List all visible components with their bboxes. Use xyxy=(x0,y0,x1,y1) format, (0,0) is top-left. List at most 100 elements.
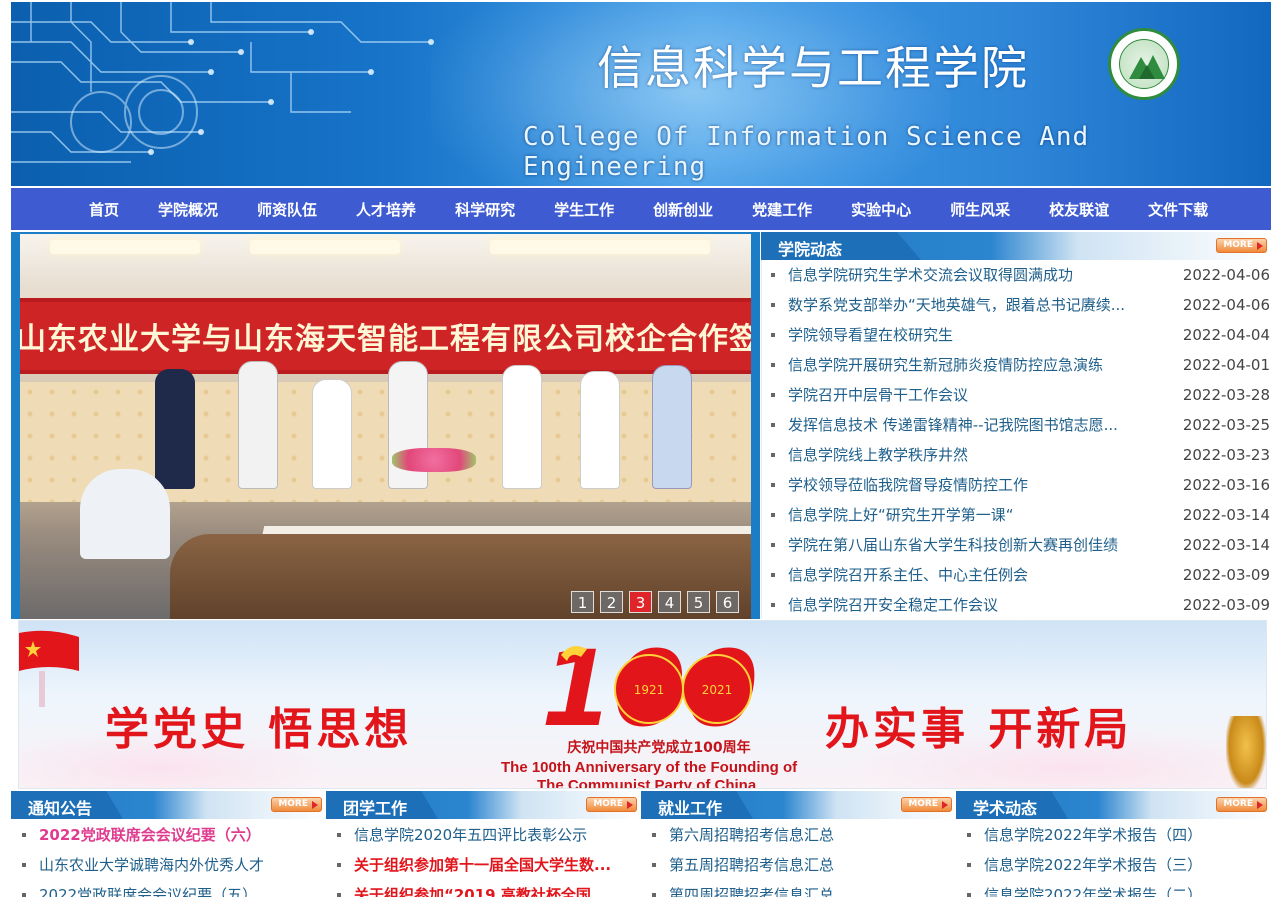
news-item-date: 2022-03-23 xyxy=(1182,446,1270,464)
slider-page-3[interactable]: 3 xyxy=(629,591,652,613)
bullet-icon xyxy=(967,863,971,867)
employment-list: 第六周招聘招考信息汇总 第五周招聘招考信息汇总 第四周招聘招考信息汇总 xyxy=(652,820,952,897)
bullet-icon xyxy=(771,333,775,337)
list-item: 第四周招聘招考信息汇总 xyxy=(652,880,952,897)
nav-innovation[interactable]: 创新创业 xyxy=(653,199,713,220)
employment-title: 就业工作 xyxy=(658,799,723,818)
bullet-icon xyxy=(771,273,775,277)
college-title-cn: 信息科学与工程学院 xyxy=(597,41,1029,95)
employment-more-button[interactable]: MORE xyxy=(901,797,952,812)
list-item-link[interactable]: 第六周招聘招考信息汇总 xyxy=(669,820,944,850)
bullet-icon xyxy=(771,453,775,457)
news-item-link[interactable]: 学院召开中层骨干工作会议 xyxy=(788,380,1128,410)
list-item: 信息学院2022年学术报告（四） xyxy=(967,820,1267,850)
slider-page-4[interactable]: 4 xyxy=(658,591,681,613)
nav-overview[interactable]: 学院概况 xyxy=(158,199,218,220)
news-item-date: 2022-03-25 xyxy=(1182,416,1270,434)
nav-student-work[interactable]: 学生工作 xyxy=(554,199,614,220)
bullet-icon xyxy=(771,603,775,607)
news-item-link[interactable]: 学院领导看望在校研究生 xyxy=(788,320,1128,350)
list-item-link[interactable]: 2022党政联席会会议纪要（五） xyxy=(39,880,314,897)
news-item-link[interactable]: 学校领导莅临我院督导疫情防控工作 xyxy=(788,470,1128,500)
news-item-link[interactable]: 信息学院召开安全稳定工作会议 xyxy=(788,590,1128,620)
news-item-date: 2022-03-16 xyxy=(1182,476,1270,494)
slide-banner-text: 山东农业大学与山东海天智能工程有限公司校企合作签约 xyxy=(20,322,751,357)
news-item: 学校领导莅临我院督导疫情防控工作 2022-03-16 xyxy=(771,470,1271,500)
news-list: 信息学院研究生学术交流会议取得圆满成功 2022-04-06 数学系党支部举办“天… xyxy=(771,260,1271,620)
bullet-icon xyxy=(652,893,656,897)
list-item-link[interactable]: 关于组织参加第十一届全国大学生数... xyxy=(354,850,629,880)
employment-header: 就业工作 MORE xyxy=(641,791,956,819)
news-item-date: 2022-03-14 xyxy=(1182,506,1270,524)
news-item: 信息学院召开系主任、中心主任例会 2022-03-09 xyxy=(771,560,1271,590)
nav-education[interactable]: 人才培养 xyxy=(356,199,416,220)
news-item-link[interactable]: 信息学院线上教学秩序井然 xyxy=(788,440,1128,470)
news-header: 学院动态 MORE xyxy=(761,232,1271,260)
news-item-link[interactable]: 信息学院开展研究生新冠肺炎疫情防控应急演练 xyxy=(788,350,1128,380)
nav-campus-life[interactable]: 师生风采 xyxy=(950,199,1010,220)
slogan-left: 学党史 悟思想 xyxy=(105,704,413,755)
news-item: 信息学院线上教学秩序井然 2022-03-23 xyxy=(771,440,1271,470)
lion-statue xyxy=(1226,716,1266,788)
nav-downloads[interactable]: 文件下载 xyxy=(1148,199,1208,220)
news-more-button[interactable]: MORE xyxy=(1216,238,1267,253)
slider-page-5[interactable]: 5 xyxy=(687,591,710,613)
list-item-link[interactable]: 第四周招聘招考信息汇总 xyxy=(669,880,944,897)
nav-faculty[interactable]: 师资队伍 xyxy=(257,199,317,220)
slide-red-banner: 山东农业大学与山东海天智能工程有限公司校企合作签约 xyxy=(20,298,751,374)
news-item: 数学系党支部举办“天地英雄气，跟着总书记赓续... 2022-04-06 xyxy=(771,290,1271,320)
party-history-banner[interactable]: 学党史 悟思想 办实事 开新局 100 1921 2021 庆祝中国共产党成立1… xyxy=(18,620,1267,789)
news-item: 发挥信息技术 传递雷锋精神--记我院图书馆志愿... 2022-03-25 xyxy=(771,410,1271,440)
nav-alumni[interactable]: 校友联谊 xyxy=(1049,199,1109,220)
slide-light xyxy=(50,240,200,254)
news-item-link[interactable]: 发挥信息技术 传递雷锋精神--记我院图书馆志愿... xyxy=(788,410,1128,440)
academic-more-button[interactable]: MORE xyxy=(1216,797,1267,812)
list-item: 山东农业大学诚聘海内外优秀人才 xyxy=(22,850,322,880)
bullet-icon xyxy=(337,863,341,867)
nav-lab-center[interactable]: 实验中心 xyxy=(851,199,911,220)
news-item-link[interactable]: 学院在第八届山东省大学生科技创新大赛再创佳绩 xyxy=(788,530,1128,560)
slider-page-2[interactable]: 2 xyxy=(600,591,623,613)
bullet-icon xyxy=(771,303,775,307)
news-item-link[interactable]: 信息学院研究生学术交流会议取得圆满成功 xyxy=(788,260,1128,290)
photo-slider[interactable]: 山东农业大学与山东海天智能工程有限公司校企合作签约 1 2 3 4 5 6 xyxy=(20,234,751,619)
list-item: 第五周招聘招考信息汇总 xyxy=(652,850,952,880)
news-item-link[interactable]: 数学系党支部举办“天地英雄气，跟着总书记赓续... xyxy=(788,290,1128,320)
slide-flowers xyxy=(392,448,476,472)
slide-person xyxy=(580,371,620,489)
nav-party-work[interactable]: 党建工作 xyxy=(752,199,812,220)
nav-research[interactable]: 科学研究 xyxy=(455,199,515,220)
list-item-link[interactable]: 2022党政联席会会议纪要（六） xyxy=(39,820,314,850)
notice-more-button[interactable]: MORE xyxy=(271,797,322,812)
nav-home[interactable]: 首页 xyxy=(89,199,119,220)
league-work-list: 信息学院2020年五四评比表彰公示 关于组织参加第十一届全国大学生数... 关于… xyxy=(337,820,637,897)
list-item-link[interactable]: 关于组织参加“2019 高教社杯全国... xyxy=(354,880,629,897)
celebrate-en-line1: The 100th Anniversary of the Founding of xyxy=(501,759,798,776)
emblem-year-left: 1921 xyxy=(634,683,665,697)
bullet-icon xyxy=(771,483,775,487)
news-item: 学院在第八届山东省大学生科技创新大赛再创佳绩 2022-03-14 xyxy=(771,530,1271,560)
emblem-year-right: 2021 xyxy=(702,683,733,697)
news-item-date: 2022-03-09 xyxy=(1182,596,1270,614)
news-item-link[interactable]: 信息学院召开系主任、中心主任例会 xyxy=(788,560,1128,590)
list-item-link[interactable]: 信息学院2022年学术报告（三） xyxy=(984,850,1259,880)
list-item-link[interactable]: 信息学院2022年学术报告（二） xyxy=(984,880,1259,897)
news-item: 学院领导看望在校研究生 2022-04-04 xyxy=(771,320,1271,350)
news-item-date: 2022-04-01 xyxy=(1182,356,1270,374)
list-item-link[interactable]: 信息学院2020年五四评比表彰公示 xyxy=(354,820,629,850)
league-work-header: 团学工作 MORE xyxy=(326,791,641,819)
notice-header: 通知公告 MORE xyxy=(11,791,326,819)
academic-title: 学术动态 xyxy=(973,799,1038,818)
slide-person xyxy=(502,365,542,489)
notice-list: 2022党政联席会会议纪要（六） 山东农业大学诚聘海内外优秀人才 2022党政联… xyxy=(22,820,322,897)
list-item-link[interactable]: 第五周招聘招考信息汇总 xyxy=(669,850,944,880)
bullet-icon xyxy=(652,833,656,837)
slide-person xyxy=(155,369,195,489)
list-item-link[interactable]: 山东农业大学诚聘海内外优秀人才 xyxy=(39,850,314,880)
slider-page-6[interactable]: 6 xyxy=(716,591,739,613)
slider-page-1[interactable]: 1 xyxy=(571,591,594,613)
news-item-link[interactable]: 信息学院上好“研究生开学第一课“ xyxy=(788,500,1128,530)
list-item-link[interactable]: 信息学院2022年学术报告（四） xyxy=(984,820,1259,850)
league-work-more-button[interactable]: MORE xyxy=(586,797,637,812)
bullet-icon xyxy=(337,833,341,837)
